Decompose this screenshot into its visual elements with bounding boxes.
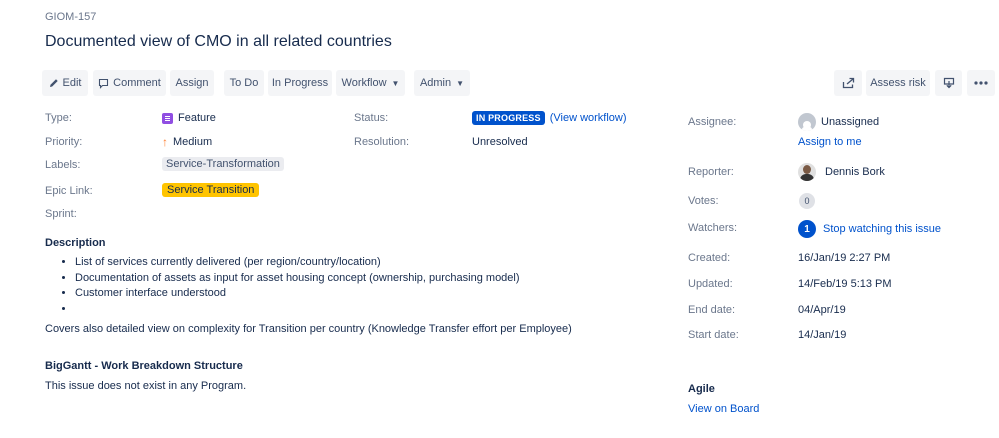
description-heading: Description <box>45 237 106 249</box>
description-list[interactable]: List of services currently delivered (pe… <box>45 255 520 317</box>
resolution-value: Unresolved <box>472 136 528 148</box>
edit-button[interactable]: Edit <box>42 70 88 96</box>
list-item: List of services currently delivered (pe… <box>75 255 520 271</box>
votes-field: 0 <box>799 193 815 209</box>
list-item: Documentation of assets as input for ass… <box>75 271 520 287</box>
label-tag[interactable]: Service-Transformation <box>162 157 284 171</box>
more-icon <box>974 81 988 85</box>
epic-tag[interactable]: Service Transition <box>162 183 260 197</box>
updated-label: Updated: <box>688 278 733 290</box>
agile-heading: Agile <box>688 383 715 395</box>
votes-label: Votes: <box>688 195 719 207</box>
type-label: Type: <box>45 112 72 124</box>
watchers-badge[interactable]: 1 <box>798 220 816 238</box>
status-field: IN PROGRESS (View workflow) <box>472 111 627 125</box>
epic-link-label: Epic Link: <box>45 185 93 197</box>
admin-dropdown[interactable]: Admin ▼ <box>414 70 470 96</box>
todo-label: To Do <box>229 77 259 89</box>
comment-button[interactable]: Comment <box>93 70 166 96</box>
priority-field: ↑ Medium <box>162 136 212 148</box>
created-value: 16/Jan/19 2:27 PM <box>798 252 891 264</box>
assignee-field: Unassigned <box>798 113 879 131</box>
resolution-label: Resolution: <box>354 136 410 148</box>
in-progress-label: In Progress <box>271 77 329 89</box>
list-item: Customer interface understood <box>75 286 520 302</box>
admin-label: Admin <box>419 77 452 89</box>
feature-icon <box>162 112 173 124</box>
end-date-label: End date: <box>688 304 736 316</box>
priority-value: Medium <box>173 136 213 148</box>
sprint-label: Sprint: <box>45 208 77 220</box>
watchers-label: Watchers: <box>688 222 738 234</box>
todo-button[interactable]: To Do <box>224 70 264 96</box>
comment-label: Comment <box>113 77 161 89</box>
start-date-label: Start date: <box>688 329 739 341</box>
reporter-value[interactable]: Dennis Bork <box>825 166 885 178</box>
pencil-icon <box>49 78 59 88</box>
export-icon <box>943 77 955 89</box>
status-label: Status: <box>354 112 389 124</box>
issue-key[interactable]: GIOM-157 <box>45 11 96 23</box>
description-paragraph: Covers also detailed view on complexity … <box>45 323 572 335</box>
in-progress-button[interactable]: In Progress <box>268 70 332 96</box>
avatar <box>798 113 816 131</box>
list-item <box>75 302 520 318</box>
priority-label: Priority: <box>45 136 83 148</box>
votes-badge[interactable]: 0 <box>799 193 815 209</box>
type-field: Feature <box>162 112 216 124</box>
comment-icon <box>98 78 109 89</box>
workflow-dropdown[interactable]: Workflow ▼ <box>336 70 405 96</box>
labels-field: Service-Transformation <box>162 157 284 171</box>
more-actions-button[interactable] <box>967 70 995 96</box>
assignee-label: Assignee: <box>688 116 737 128</box>
watchers-field: 1 Stop watching this issue <box>798 220 941 238</box>
assign-button[interactable]: Assign <box>170 70 214 96</box>
assign-label: Assign <box>175 77 209 89</box>
chevron-down-icon: ▼ <box>456 78 465 88</box>
reporter-field: Dennis Bork <box>798 163 885 181</box>
type-value: Feature <box>178 112 216 124</box>
chevron-down-icon: ▼ <box>391 78 400 88</box>
export-button[interactable] <box>935 70 962 96</box>
created-label: Created: <box>688 252 731 264</box>
start-date-value: 14/Jan/19 <box>798 329 847 341</box>
status-badge: IN PROGRESS <box>472 111 545 125</box>
stop-watching-link[interactable]: Stop watching this issue <box>823 223 941 235</box>
assignee-value: Unassigned <box>821 116 880 128</box>
arrow-up-icon: ↑ <box>162 135 168 149</box>
assess-risk-button[interactable]: Assess risk <box>866 70 930 96</box>
share-button[interactable] <box>834 70 862 96</box>
reporter-label: Reporter: <box>688 166 734 178</box>
end-date-value: 04/Apr/19 <box>798 304 846 316</box>
epic-link-field: Service Transition <box>162 183 260 197</box>
avatar <box>798 163 816 181</box>
assess-risk-label: Assess risk <box>870 77 926 89</box>
assign-to-me-link[interactable]: Assign to me <box>798 136 862 148</box>
view-workflow-link[interactable]: (View workflow) <box>550 112 627 124</box>
workflow-label: Workflow <box>341 77 387 89</box>
share-icon <box>842 77 855 89</box>
biggantt-text: This issue does not exist in any Program… <box>45 380 247 392</box>
labels-label: Labels: <box>45 159 81 171</box>
issue-title[interactable]: Documented view of CMO in all related co… <box>45 33 392 51</box>
updated-value: 14/Feb/19 5:13 PM <box>798 278 892 290</box>
edit-label: Edit <box>62 77 82 89</box>
biggantt-heading: BigGantt - Work Breakdown Structure <box>45 360 243 372</box>
view-on-board-link[interactable]: View on Board <box>688 403 759 415</box>
